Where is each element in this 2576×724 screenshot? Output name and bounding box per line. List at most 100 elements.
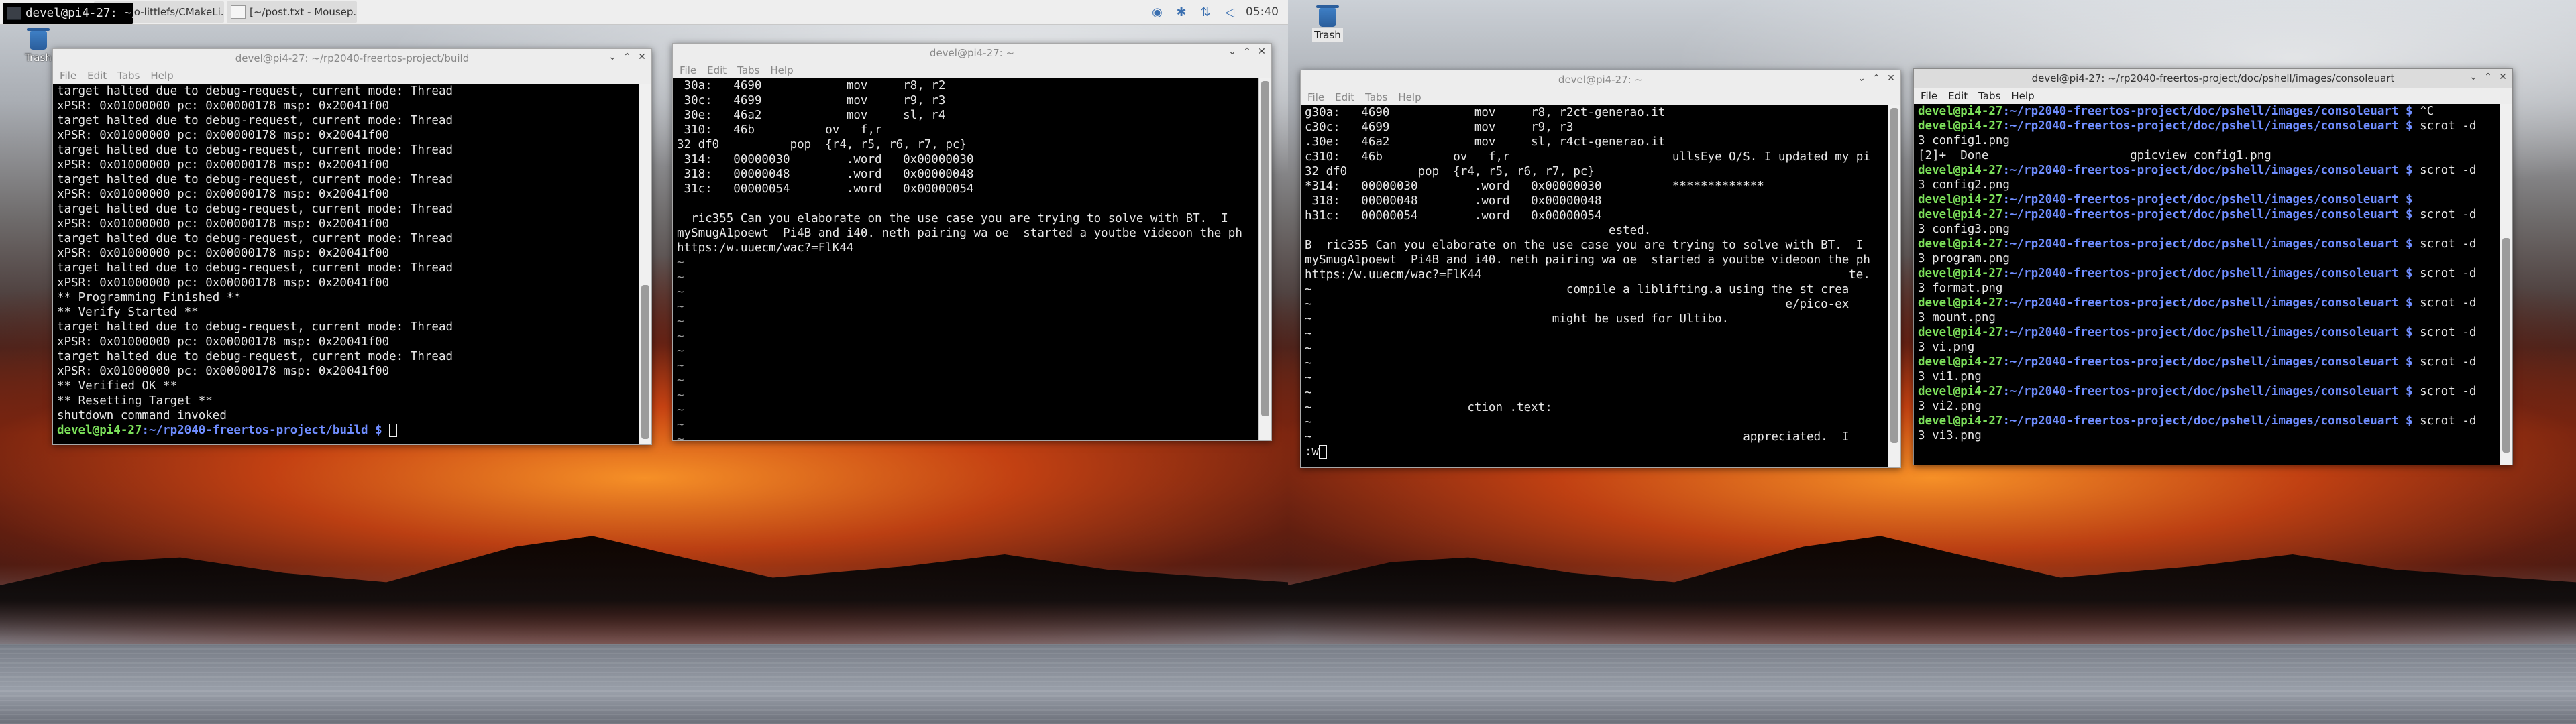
menu-edit[interactable]: Edit (1331, 91, 1361, 103)
vim-line: 310: 46b ov f,r (677, 123, 882, 137)
prompt-path: :~/rp2040-freertos-project/doc/pshell/im… (2002, 119, 2420, 133)
terminal-line: ~ ction .text: (1305, 401, 1552, 414)
vim-empty-line: ~ (677, 433, 684, 440)
vim-empty-line: ~ (677, 271, 684, 284)
vim-line: 32 df0 pop {r4, r5, r6, r7, pc} (677, 138, 967, 152)
menu-file[interactable]: File (56, 70, 83, 82)
vim-empty-line: ~ (677, 374, 684, 387)
window-title: devel@pi4-27: ~/rp2040-freertos-project/… (235, 52, 470, 64)
terminal-line: target halted due to debug-request, curr… (57, 114, 453, 127)
menu-help[interactable]: Help (1394, 91, 1428, 103)
prompt-user: devel@pi4-27 (1918, 119, 2003, 133)
terminal-line: ** Programming Finished ** (57, 291, 241, 304)
menu-help[interactable]: Help (2007, 90, 2041, 102)
prompt-user: devel@pi4-27 (1918, 326, 2003, 339)
terminal-line: xPSR: 0x01000000 pc: 0x00000178 msp: 0x2… (57, 129, 390, 142)
vim-line: 30a: 4690 mov r8, r2 (677, 79, 946, 93)
menu-edit[interactable]: Edit (703, 64, 733, 76)
menu-file[interactable]: File (1917, 90, 1944, 102)
terminal-line: shutdown command invoked (57, 409, 227, 422)
close-icon[interactable]: ✕ (637, 52, 647, 62)
text-editor-icon (231, 5, 246, 19)
prompt-path: :~/rp2040-freertos-project/doc/pshell/im… (2002, 267, 2420, 280)
terminal-line: https:/w.uuecm/wac?=FlK44 te. (1305, 268, 1870, 282)
vim-empty-line: ~ (677, 330, 684, 343)
vim-empty-line: ~ (677, 404, 684, 417)
bluetooth-icon[interactable]: ✱ (1173, 4, 1189, 20)
scrollbar[interactable] (639, 84, 651, 444)
vim-line: https:/w.uuecm/wac?=FlK44 (677, 241, 854, 255)
prompt-line: devel@pi4-27:~/rp2040-freertos-project/d… (1918, 325, 2496, 340)
prompt-user: devel@pi4-27 (1918, 208, 2003, 221)
minimize-icon[interactable]: ⌄ (2468, 72, 2479, 82)
menu-tabs[interactable]: Tabs (113, 70, 146, 82)
maximize-icon[interactable]: ⌃ (2483, 72, 2493, 82)
vim-status-line: :w (1305, 444, 1884, 459)
window-titlebar[interactable]: devel@pi4-27: ~ ⌄ ⌃ ✕ (1301, 70, 1900, 89)
command-text: scrot -d (2420, 326, 2477, 339)
window-titlebar[interactable]: devel@pi4-27: ~ ⌄ ⌃ ✕ (673, 44, 1271, 62)
terminal-line: 3 vi.png (1918, 341, 1975, 354)
scrollbar[interactable] (1888, 105, 1900, 467)
terminal-window-build: devel@pi4-27: ~/rp2040-freertos-project/… (52, 48, 652, 445)
volume-icon[interactable]: ◁ (1222, 4, 1238, 20)
tray-app-icon[interactable]: ◉ (1149, 4, 1165, 20)
terminal-line: 3 config1.png (1918, 134, 2010, 147)
maximize-icon[interactable]: ⌃ (622, 52, 633, 62)
vim-line: mySmugA1poewt Pi4B and i40. neth pairing… (677, 227, 1242, 240)
task-list: devel@pi4-27: ~/rp2...[pico-littlefs/CMa… (3, 1, 357, 24)
prompt-line: devel@pi4-27:~/rp2040-freertos-project/d… (1918, 384, 2496, 399)
vim-line: 31c: 00000054 .word 0x00000054 (677, 182, 974, 196)
menu-tabs[interactable]: Tabs (1361, 91, 1394, 103)
menu-help[interactable]: Help (146, 70, 180, 82)
terminal-output[interactable]: target halted due to debug-request, curr… (53, 84, 639, 444)
trash-desktop-icon-right[interactable]: Trash (1304, 5, 1351, 42)
taskbar-task-button[interactable]: [~/post.txt - Mousep... (227, 1, 357, 23)
command-text: scrot -d (2420, 267, 2477, 280)
prompt-line: devel@pi4-27:~/rp2040-freertos-project/d… (1918, 414, 2496, 428)
terminal-output[interactable]: g30a: 4690 mov r8, r2ct-generao.it c30c: … (1301, 105, 1888, 467)
menu-edit[interactable]: Edit (83, 70, 113, 82)
vim-empty-line: ~ (677, 286, 684, 299)
close-icon[interactable]: ✕ (2498, 72, 2508, 82)
scrollbar[interactable] (1258, 78, 1271, 440)
minimize-icon[interactable]: ⌄ (1856, 73, 1867, 84)
menubar: File Edit Tabs Help (673, 62, 1271, 78)
menu-file[interactable]: File (676, 64, 703, 76)
minimize-icon[interactable]: ⌄ (1227, 46, 1238, 57)
close-icon[interactable]: ✕ (1256, 46, 1267, 57)
maximize-icon[interactable]: ⌃ (1242, 46, 1252, 57)
terminal-line: ** Resetting Target ** (57, 394, 213, 408)
terminal-line: ~ (1305, 327, 1312, 341)
prompt-line: devel@pi4-27:~/rp2040-freertos-project/d… (1918, 192, 2496, 207)
vim-buffer[interactable]: 30a: 4690 mov r8, r2 30c: 4699 mov r9, r… (673, 78, 1259, 440)
system-tray: ◉ ✱ ⇅ ◁ 05:40 (1149, 4, 1288, 20)
menu-edit[interactable]: Edit (1944, 90, 1974, 102)
menu-help[interactable]: Help (766, 64, 800, 76)
minimize-icon[interactable]: ⌄ (607, 52, 618, 62)
prompt-user: devel@pi4-27 (1918, 193, 2003, 206)
terminal-line: 3 format.png (1918, 282, 2003, 295)
taskbar-task-label: [~/post.txt - Mousep... (250, 6, 357, 18)
terminal-output[interactable]: devel@pi4-27:~/rp2040-freertos-project/d… (1914, 104, 2500, 465)
taskbar-task-button[interactable]: devel@pi4-27: ~/rp2... (3, 3, 133, 24)
window-titlebar[interactable]: devel@pi4-27: ~/rp2040-freertos-project/… (1914, 69, 2512, 88)
terminal-line: c30c: 4699 mov r9, r3 (1305, 121, 1574, 134)
menu-tabs[interactable]: Tabs (1974, 90, 2007, 102)
prompt-path: :~/rp2040-freertos-project/doc/pshell/im… (2002, 296, 2420, 310)
terminal-line: xPSR: 0x01000000 pc: 0x00000178 msp: 0x2… (57, 276, 390, 290)
scrollbar[interactable] (2500, 104, 2512, 465)
vim-empty-line: ~ (677, 418, 684, 432)
menu-tabs[interactable]: Tabs (733, 64, 766, 76)
prompt-line: devel@pi4-27:~/rp2040-freertos-project/d… (1918, 296, 2496, 310)
terminal-line: g30a: 4690 mov r8, r2ct-generao.it (1305, 106, 1666, 119)
close-icon[interactable]: ✕ (1886, 73, 1896, 84)
vim-empty-line: ~ (677, 256, 684, 269)
menu-file[interactable]: File (1303, 91, 1331, 103)
vim-command: :w (1305, 445, 1320, 459)
maximize-icon[interactable]: ⌃ (1871, 73, 1882, 84)
clock[interactable]: 05:40 (1246, 5, 1279, 19)
network-arrows-icon[interactable]: ⇅ (1197, 4, 1214, 20)
prompt-line: devel@pi4-27:~/rp2040-freertos-project/d… (1918, 163, 2496, 178)
window-titlebar[interactable]: devel@pi4-27: ~/rp2040-freertos-project/… (53, 49, 651, 68)
